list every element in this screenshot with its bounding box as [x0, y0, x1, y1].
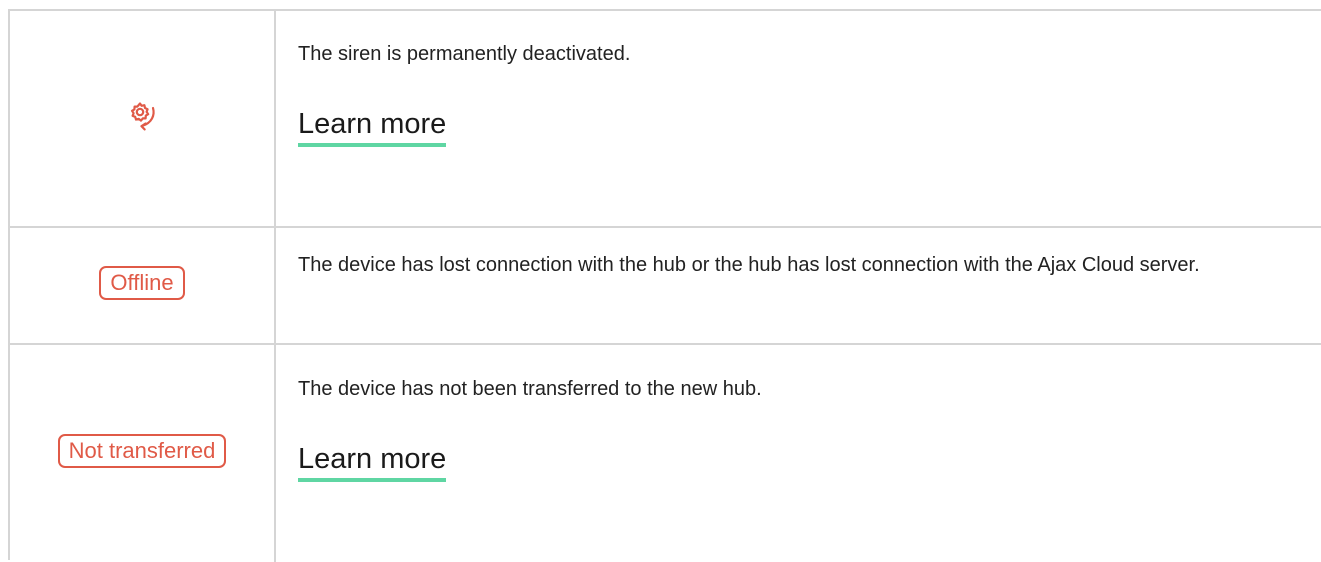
- learn-more-link[interactable]: Learn more: [298, 442, 447, 482]
- description-text: The siren is permanently deactivated.: [298, 43, 631, 65]
- learn-more-link[interactable]: Learn more: [298, 107, 447, 147]
- table-row: Not transferred The device has not been …: [10, 345, 1321, 562]
- description-text: The device has lost connection with the …: [298, 254, 1200, 276]
- description-cell: The siren is permanently deactivated. Le…: [276, 11, 1321, 226]
- description-cell: The device has not been transferred to t…: [276, 345, 1321, 562]
- table-row: Offline The device has lost connection w…: [10, 228, 1321, 345]
- status-cell: Offline: [10, 228, 274, 343]
- description-cell: The device has lost connection with the …: [276, 228, 1321, 343]
- description-text: The device has not been transferred to t…: [298, 378, 762, 400]
- table-row: The siren is permanently deactivated. Le…: [10, 11, 1321, 228]
- status-cell: Not transferred: [10, 345, 274, 562]
- siren-deactivated-icon: [126, 99, 160, 133]
- status-badge-offline: Offline: [99, 265, 185, 300]
- status-cell: [10, 11, 274, 226]
- status-table: The siren is permanently deactivated. Le…: [8, 9, 1321, 562]
- status-badge-not-transferred: Not transferred: [57, 433, 227, 468]
- column-divider: [274, 11, 276, 562]
